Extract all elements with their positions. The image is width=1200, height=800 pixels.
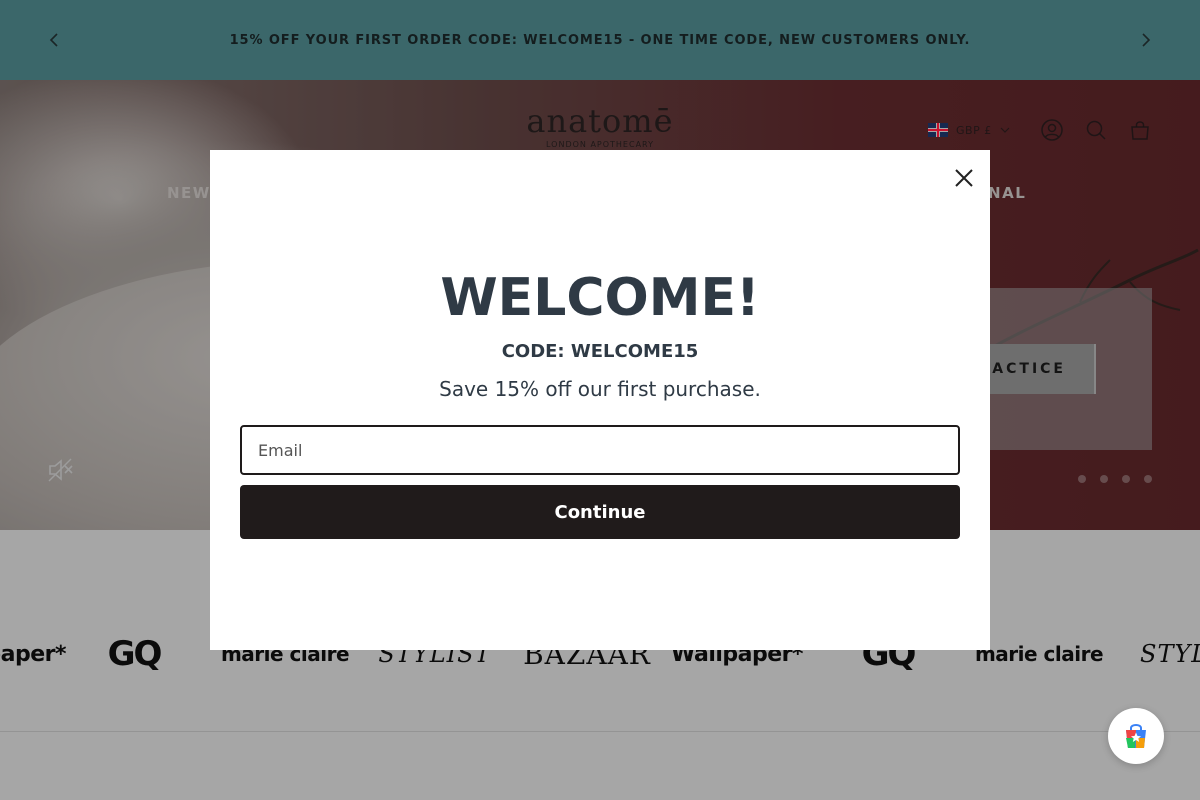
email-field[interactable]: [240, 425, 960, 475]
popup-title: WELCOME!: [440, 268, 760, 328]
popup-code: CODE: WELCOME15: [501, 341, 699, 362]
popup-subtitle: Save 15% off our first purchase.: [439, 377, 761, 401]
page: 15% OFF YOUR FIRST ORDER CODE: WELCOME15…: [0, 0, 1200, 800]
welcome-popup: WELCOME! CODE: WELCOME15 Save 15% off ou…: [210, 150, 990, 650]
shop-rewards-badge[interactable]: [1108, 708, 1164, 764]
continue-button[interactable]: Continue: [240, 485, 960, 539]
close-icon[interactable]: [946, 160, 982, 196]
shopping-bag-star-icon: [1126, 724, 1146, 748]
